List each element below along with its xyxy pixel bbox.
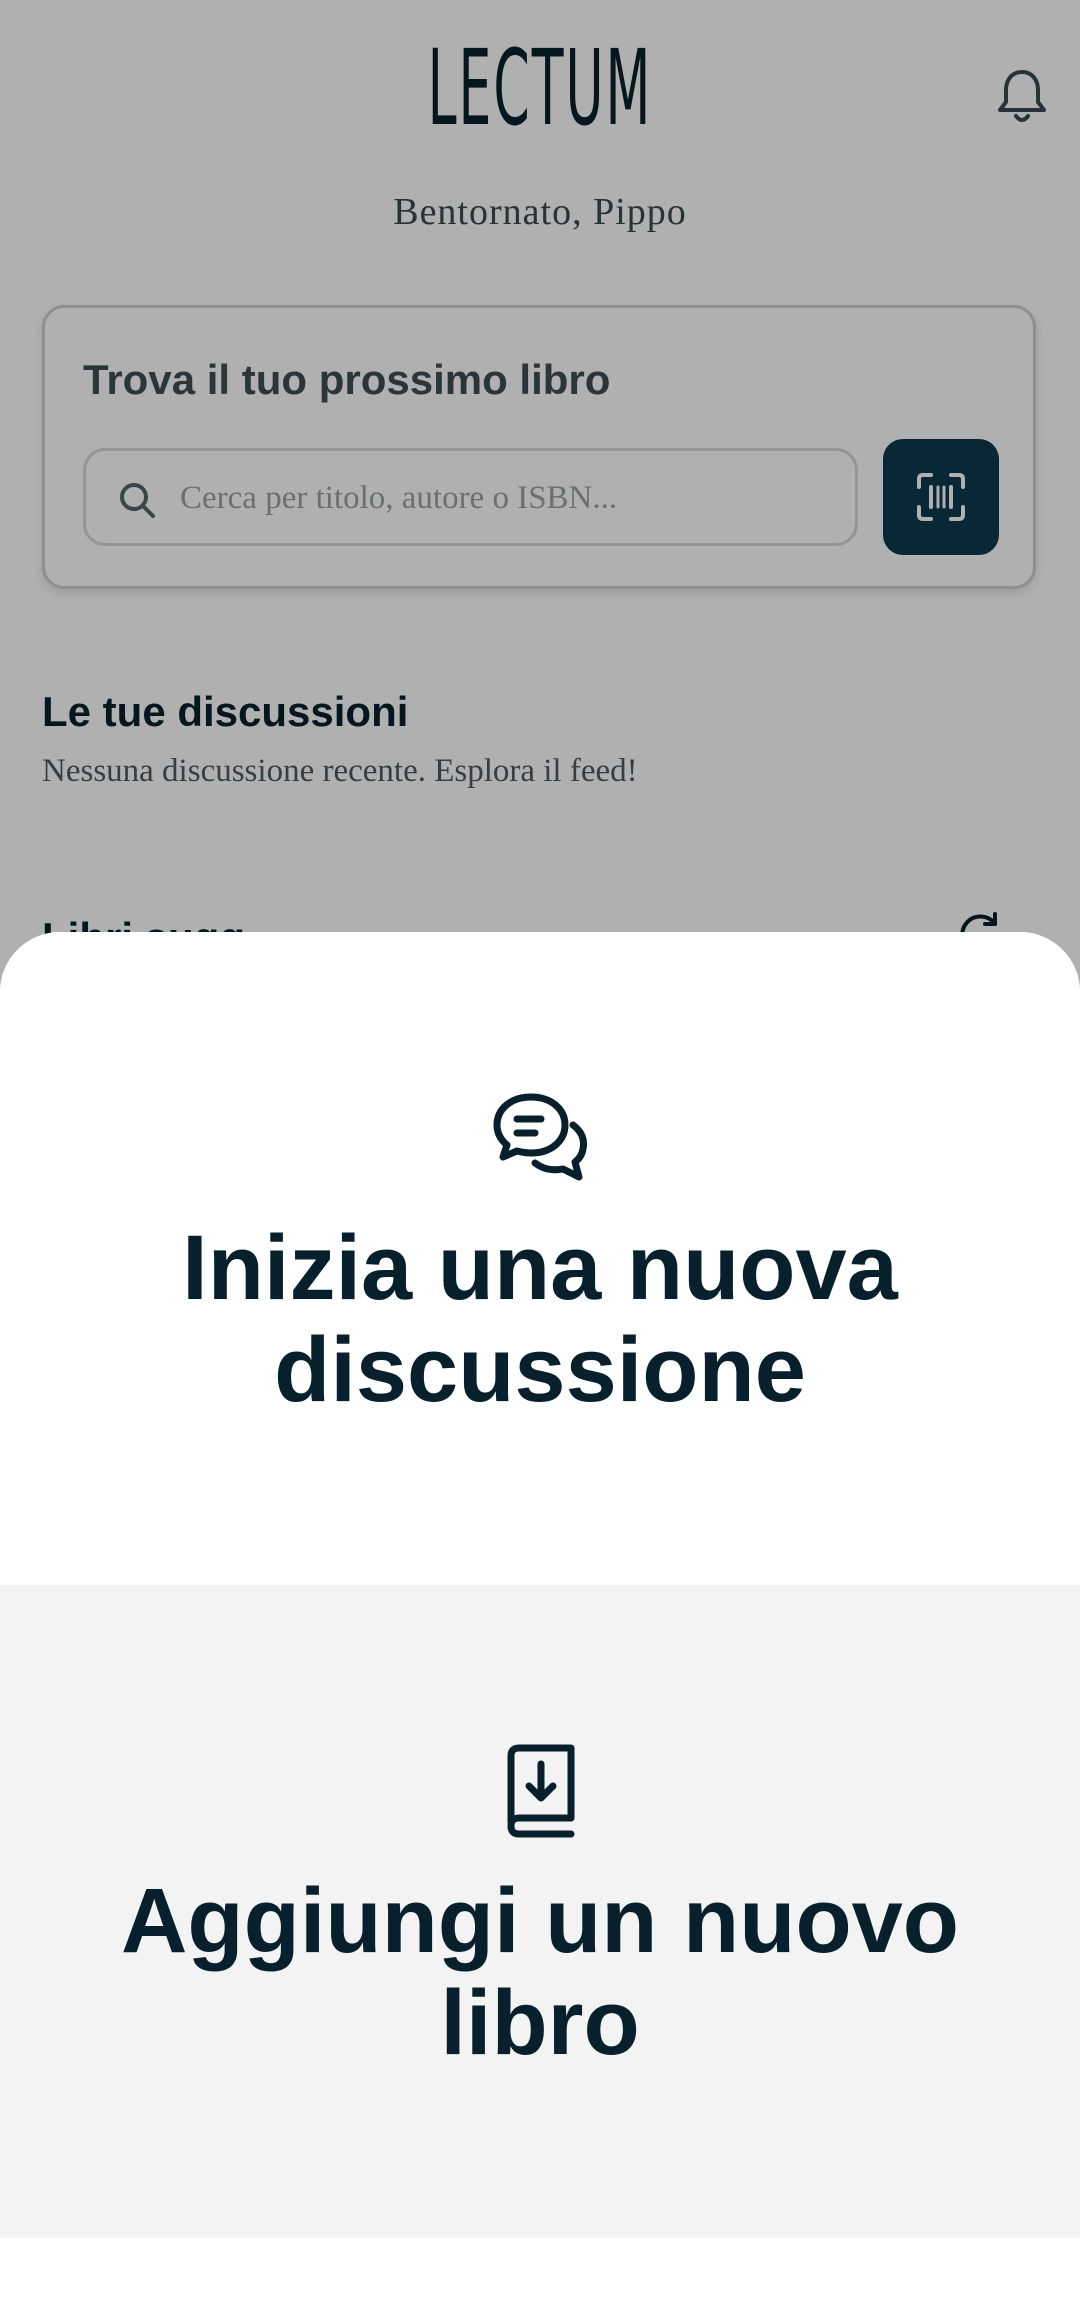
action-bottom-sheet: Inizia una nuova discussione Aggiungi un…	[0, 932, 1080, 2305]
chat-bubbles-icon	[493, 1093, 587, 1181]
start-discussion-option[interactable]: Inizia una nuova discussione	[0, 932, 1080, 1585]
start-discussion-label: Inizia una nuova discussione	[182, 1217, 898, 1421]
add-book-label: Aggiungi un nuovo libro	[120, 1870, 960, 2074]
book-download-icon	[507, 1744, 575, 1838]
add-book-option[interactable]: Aggiungi un nuovo libro	[0, 1585, 1080, 2238]
